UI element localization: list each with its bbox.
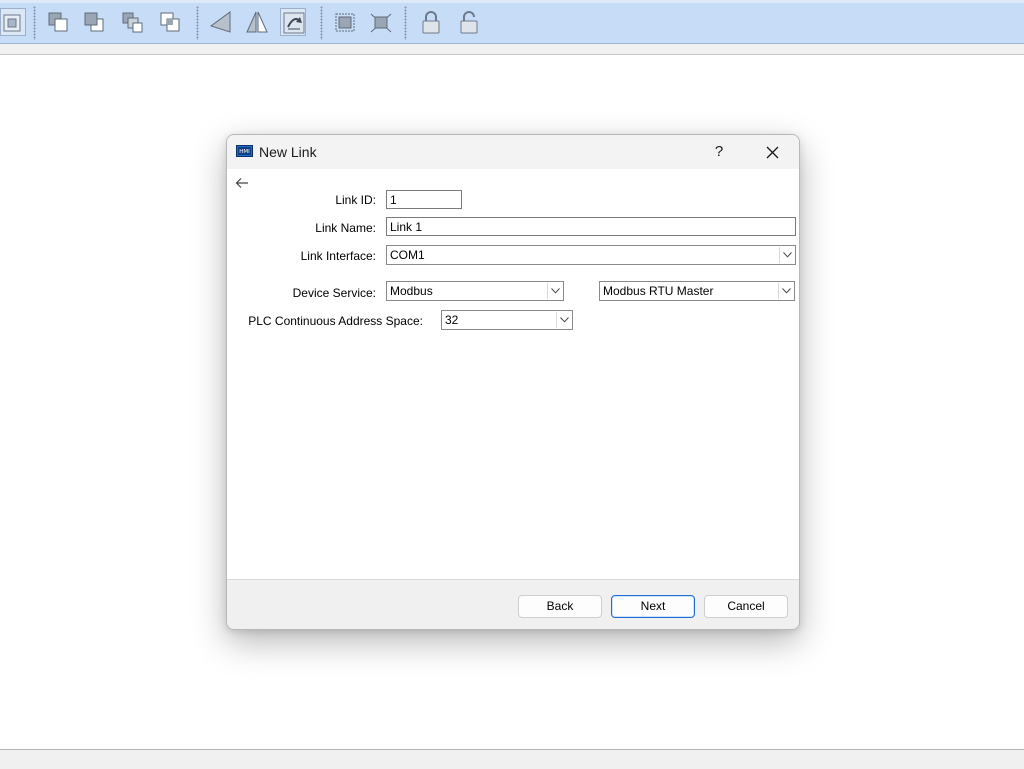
svg-text:HMI: HMI xyxy=(239,149,250,155)
link-interface-label: Link Interface: xyxy=(300,249,376,263)
toolbar-separator xyxy=(33,6,36,40)
rotate-icon[interactable] xyxy=(280,8,306,36)
back-button[interactable]: Back xyxy=(518,595,602,618)
toolbar-separator xyxy=(404,6,407,40)
link-id-input[interactable] xyxy=(386,190,462,209)
new-link-dialog: HMI New Link ? Link ID: Link Name: Link … xyxy=(226,134,800,630)
bring-forward-icon[interactable] xyxy=(120,8,146,36)
lock-icon[interactable] xyxy=(418,8,444,36)
chevron-down-icon xyxy=(556,312,571,328)
device-service-label: Device Service: xyxy=(292,286,376,300)
chevron-down-icon xyxy=(779,247,794,263)
ungroup-icon[interactable] xyxy=(368,8,394,36)
unlock-icon[interactable] xyxy=(456,8,482,36)
toolbar-top-strip xyxy=(0,0,1024,3)
back-arrow-icon[interactable] xyxy=(235,177,249,189)
link-interface-value: COM1 xyxy=(390,248,425,262)
dialog-titlebar: HMI New Link ? xyxy=(227,135,799,169)
status-bar xyxy=(0,749,1024,769)
help-button[interactable]: ? xyxy=(705,138,733,166)
chevron-down-icon xyxy=(547,283,562,299)
device-protocol-value: Modbus RTU Master xyxy=(603,284,714,298)
chevron-down-icon xyxy=(778,283,793,299)
hmi-app-icon: HMI xyxy=(236,145,253,157)
next-button[interactable]: Next xyxy=(611,595,695,618)
bring-to-front-icon[interactable] xyxy=(46,8,72,36)
link-name-input[interactable] xyxy=(386,217,796,236)
send-backward-icon[interactable] xyxy=(158,8,184,36)
device-protocol-select[interactable]: Modbus RTU Master xyxy=(599,281,795,301)
main-toolbar xyxy=(0,0,1024,44)
plc-address-space-label: PLC Continuous Address Space: xyxy=(248,314,423,328)
link-interface-select[interactable]: COM1 xyxy=(386,245,796,265)
cancel-button[interactable]: Cancel xyxy=(704,595,788,618)
device-service-select[interactable]: Modbus xyxy=(386,281,564,301)
toolbar-separator xyxy=(320,6,323,40)
flip-vertical-icon[interactable] xyxy=(244,8,270,36)
send-to-back-icon[interactable] xyxy=(82,8,108,36)
link-name-label: Link Name: xyxy=(315,221,376,235)
link-id-label: Link ID: xyxy=(335,193,376,207)
device-service-value: Modbus xyxy=(390,284,433,298)
close-icon xyxy=(766,146,778,159)
toolbar-separator xyxy=(196,6,199,40)
dialog-title: New Link xyxy=(259,144,317,160)
close-button[interactable] xyxy=(755,138,789,166)
dialog-footer: Back Next Cancel xyxy=(227,579,799,629)
fit-view-icon[interactable] xyxy=(0,8,26,36)
flip-horizontal-icon[interactable] xyxy=(208,8,234,36)
ruler-strip xyxy=(0,44,1024,55)
plc-address-space-value: 32 xyxy=(445,313,459,327)
plc-address-space-select[interactable]: 32 xyxy=(441,310,573,330)
group-icon[interactable] xyxy=(332,8,358,36)
